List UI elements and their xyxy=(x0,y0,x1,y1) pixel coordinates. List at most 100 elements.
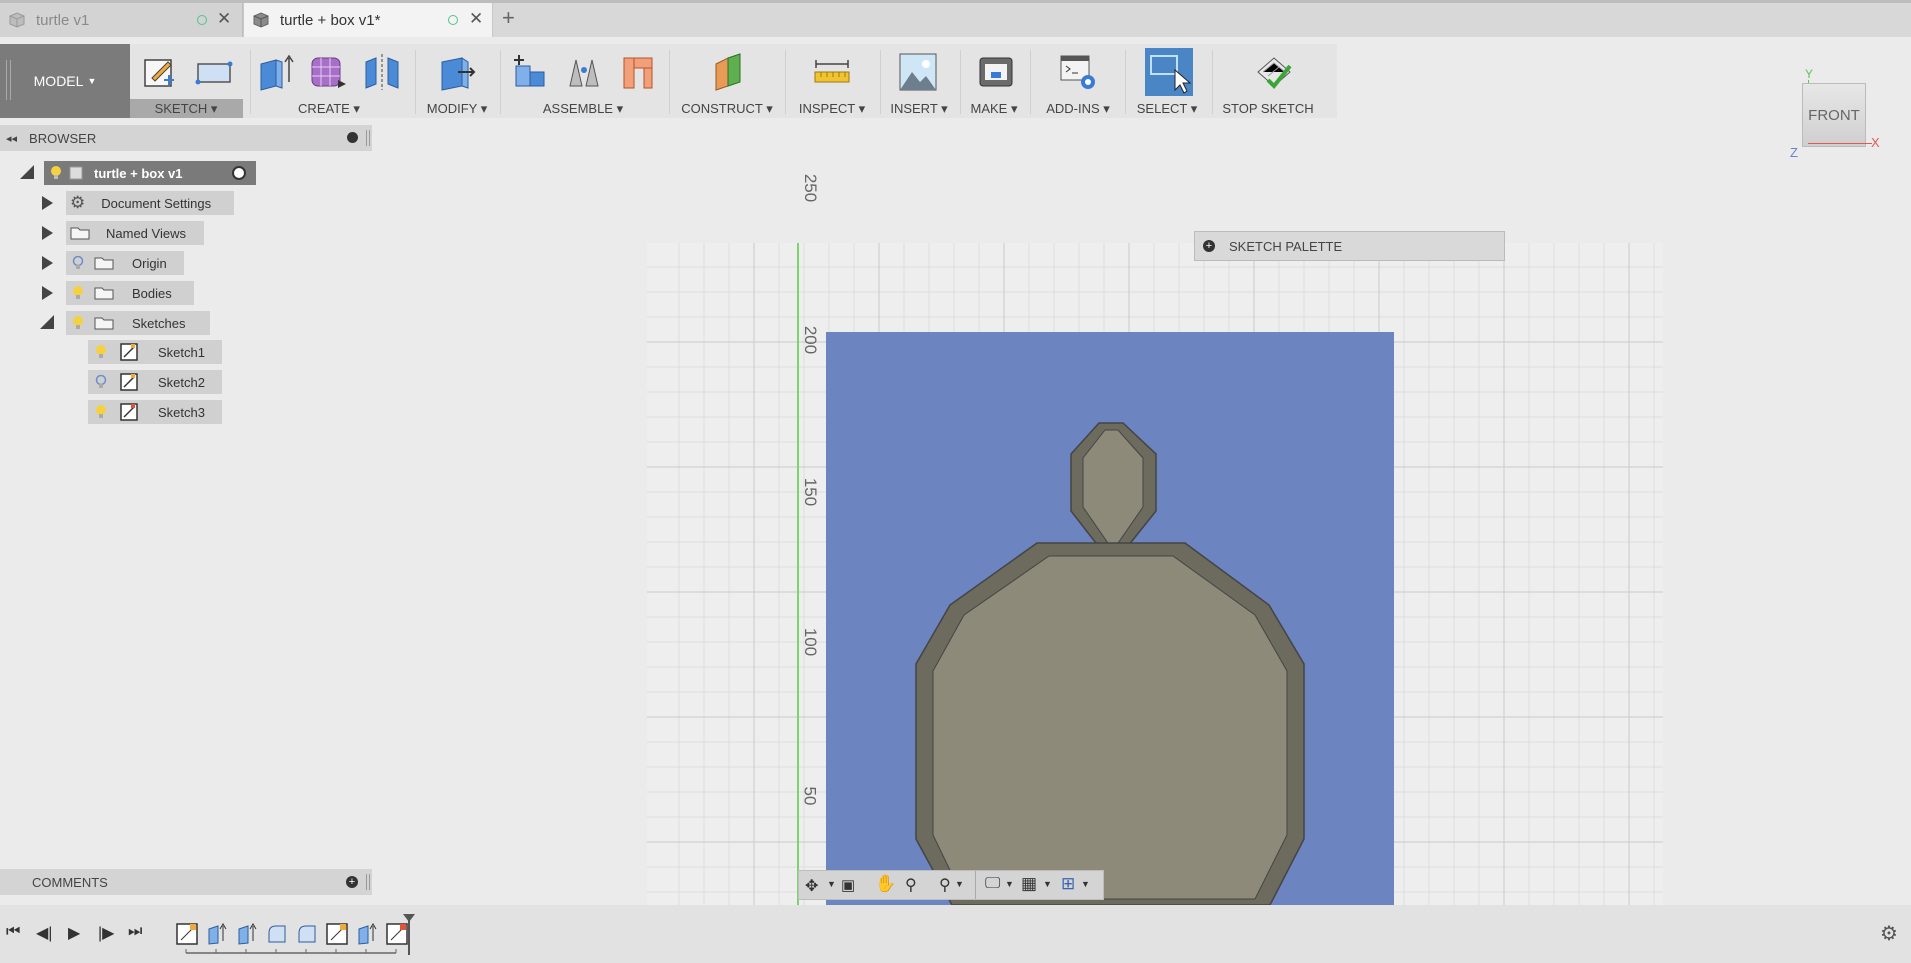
expand-icon[interactable] xyxy=(42,256,53,270)
make-menu[interactable]: MAKE ▾ xyxy=(971,101,1018,117)
expand-icon[interactable] xyxy=(42,196,53,210)
timeline-extrude-icon[interactable] xyxy=(206,923,228,945)
pan-icon[interactable]: ✋ xyxy=(875,874,896,894)
construct-menu[interactable]: CONSTRUCT ▾ xyxy=(681,101,773,117)
play-icon[interactable]: ▶ xyxy=(68,923,80,943)
scripts-addins-icon[interactable] xyxy=(1058,52,1098,92)
as-built-joint-icon[interactable] xyxy=(618,52,658,92)
orbit-icon[interactable]: ✥ xyxy=(805,876,818,896)
timeline-sketch-icon[interactable] xyxy=(326,923,348,945)
viewports-dropdown-icon[interactable]: ▼ xyxy=(1081,879,1090,889)
browser-item-label: Origin xyxy=(132,255,167,271)
add-comment-icon[interactable]: + xyxy=(346,876,358,888)
browser-grip-icon[interactable] xyxy=(366,130,370,146)
offset-plane-icon[interactable] xyxy=(708,52,748,92)
assemble-menu[interactable]: ASSEMBLE ▾ xyxy=(543,101,623,117)
form-icon[interactable] xyxy=(308,52,348,92)
sketch-palette[interactable]: + SKETCH PALETTE xyxy=(1194,231,1505,261)
timeline-fillet-icon[interactable] xyxy=(266,923,288,945)
visibility-bulb-icon[interactable] xyxy=(50,166,62,180)
stop-sketch-icon[interactable] xyxy=(1254,52,1294,92)
viewports-icon[interactable]: ⊞ xyxy=(1061,874,1075,894)
inspect-menu[interactable]: INSPECT ▾ xyxy=(799,101,865,117)
browser-header[interactable]: ◂◂ BROWSER xyxy=(0,125,372,151)
mirror-icon[interactable] xyxy=(362,52,402,92)
orbit-dropdown-icon[interactable]: ▼ xyxy=(827,879,836,889)
timeline-extrude-icon[interactable] xyxy=(236,923,258,945)
tab-turtle-box-v1[interactable]: turtle + box v1* ✕ xyxy=(243,3,493,37)
close-icon[interactable]: ✕ xyxy=(217,9,231,29)
modify-menu[interactable]: MODIFY ▾ xyxy=(427,101,487,117)
add-ins-menu-label: ADD-INS xyxy=(1046,101,1100,116)
fit-dropdown-icon[interactable]: ▼ xyxy=(955,879,964,889)
select-tool-button[interactable] xyxy=(1145,48,1193,96)
create-sketch-icon[interactable] xyxy=(140,52,180,92)
toolbar-separator xyxy=(1212,50,1213,114)
viewcube-face: FRONT xyxy=(1808,106,1860,124)
expand-icon[interactable] xyxy=(42,286,53,300)
collapse-icon[interactable] xyxy=(20,165,34,179)
browser-item-sketch3[interactable]: Sketch3 xyxy=(88,400,222,424)
timeline-marker-handle[interactable] xyxy=(403,914,415,922)
collapse-browser-icon[interactable]: ◂◂ xyxy=(6,132,17,145)
toolbar-grip[interactable] xyxy=(6,60,11,100)
step-back-icon[interactable]: ◀| xyxy=(36,923,52,943)
timeline-settings-gear-icon[interactable]: ⚙ xyxy=(1880,921,1898,946)
insert-image-icon[interactable] xyxy=(898,52,938,92)
display-settings-icon[interactable]: 🖵 xyxy=(985,875,1000,893)
3d-print-icon[interactable] xyxy=(976,52,1016,92)
measure-icon[interactable] xyxy=(812,52,852,92)
create-menu[interactable]: CREATE ▾ xyxy=(298,101,360,117)
timeline-fillet-icon[interactable] xyxy=(296,923,318,945)
add-ins-menu[interactable]: ADD-INS ▾ xyxy=(1046,101,1110,117)
select-menu[interactable]: SELECT ▾ xyxy=(1137,101,1197,117)
toolbar-separator xyxy=(415,50,416,114)
sketch-menu[interactable]: SKETCH ▾ xyxy=(155,101,218,117)
navbar-separator xyxy=(975,871,976,899)
root-node[interactable]: turtle + box v1 xyxy=(44,161,256,185)
visibility-bulb-icon[interactable] xyxy=(72,286,84,300)
sync-status-icon xyxy=(197,15,207,25)
visibility-bulb-icon[interactable] xyxy=(95,345,107,359)
browser-item-sketch2[interactable]: Sketch2 xyxy=(88,370,222,394)
step-forward-icon[interactable]: |▶ xyxy=(98,923,114,943)
collapse-icon[interactable] xyxy=(40,315,54,329)
timeline-sketch-icon[interactable] xyxy=(176,923,198,945)
workspace-switcher[interactable]: MODEL ▼ xyxy=(0,44,130,118)
viewcube[interactable]: FRONT xyxy=(1802,83,1866,147)
zoom-icon[interactable]: ⚲ xyxy=(905,875,917,895)
tab-turtle-v1[interactable]: turtle v1 ✕ xyxy=(0,3,243,37)
timeline-extrude-icon[interactable] xyxy=(356,923,378,945)
visibility-bulb-icon[interactable] xyxy=(95,375,107,389)
joint-icon[interactable] xyxy=(564,52,604,92)
timeline-sketch-icon[interactable] xyxy=(386,923,408,945)
insert-menu[interactable]: INSERT ▾ xyxy=(890,101,947,117)
browser-item-sketch1[interactable]: Sketch1 xyxy=(88,340,222,364)
go-to-start-icon[interactable]: ⏮ xyxy=(6,923,20,941)
stop-sketch-label[interactable]: STOP SKETCH xyxy=(1222,101,1313,116)
browser-item-label: Named Views xyxy=(106,225,186,241)
display-dropdown-icon[interactable]: ▼ xyxy=(1005,879,1014,889)
visibility-bulb-icon[interactable] xyxy=(95,405,107,419)
new-component-icon[interactable] xyxy=(510,52,550,92)
expand-palette-icon[interactable]: + xyxy=(1203,240,1215,252)
expand-icon[interactable] xyxy=(42,226,53,240)
press-pull-icon[interactable] xyxy=(436,52,476,92)
timeline-marker[interactable] xyxy=(408,917,410,955)
visibility-bulb-icon[interactable] xyxy=(72,316,84,330)
turtle-body[interactable] xyxy=(900,415,1320,905)
rectangle-icon[interactable] xyxy=(194,52,234,92)
fit-icon[interactable]: ⚲ xyxy=(939,875,951,895)
go-to-end-icon[interactable]: ⏭ xyxy=(128,923,142,941)
new-tab-icon[interactable]: + xyxy=(502,5,515,31)
comments-grip-icon[interactable] xyxy=(366,874,370,890)
extrude-icon[interactable] xyxy=(256,52,296,92)
activate-component-icon[interactable] xyxy=(232,166,246,180)
visibility-bulb-icon[interactable] xyxy=(72,256,84,270)
grid-settings-icon[interactable]: ▦ xyxy=(1021,874,1037,894)
close-icon[interactable]: ✕ xyxy=(469,9,483,29)
browser-options-icon[interactable] xyxy=(347,132,358,143)
look-at-icon[interactable]: ▣ xyxy=(841,876,855,894)
comments-panel-header[interactable]: COMMENTS + xyxy=(0,869,372,895)
grid-dropdown-icon[interactable]: ▼ xyxy=(1043,879,1052,889)
